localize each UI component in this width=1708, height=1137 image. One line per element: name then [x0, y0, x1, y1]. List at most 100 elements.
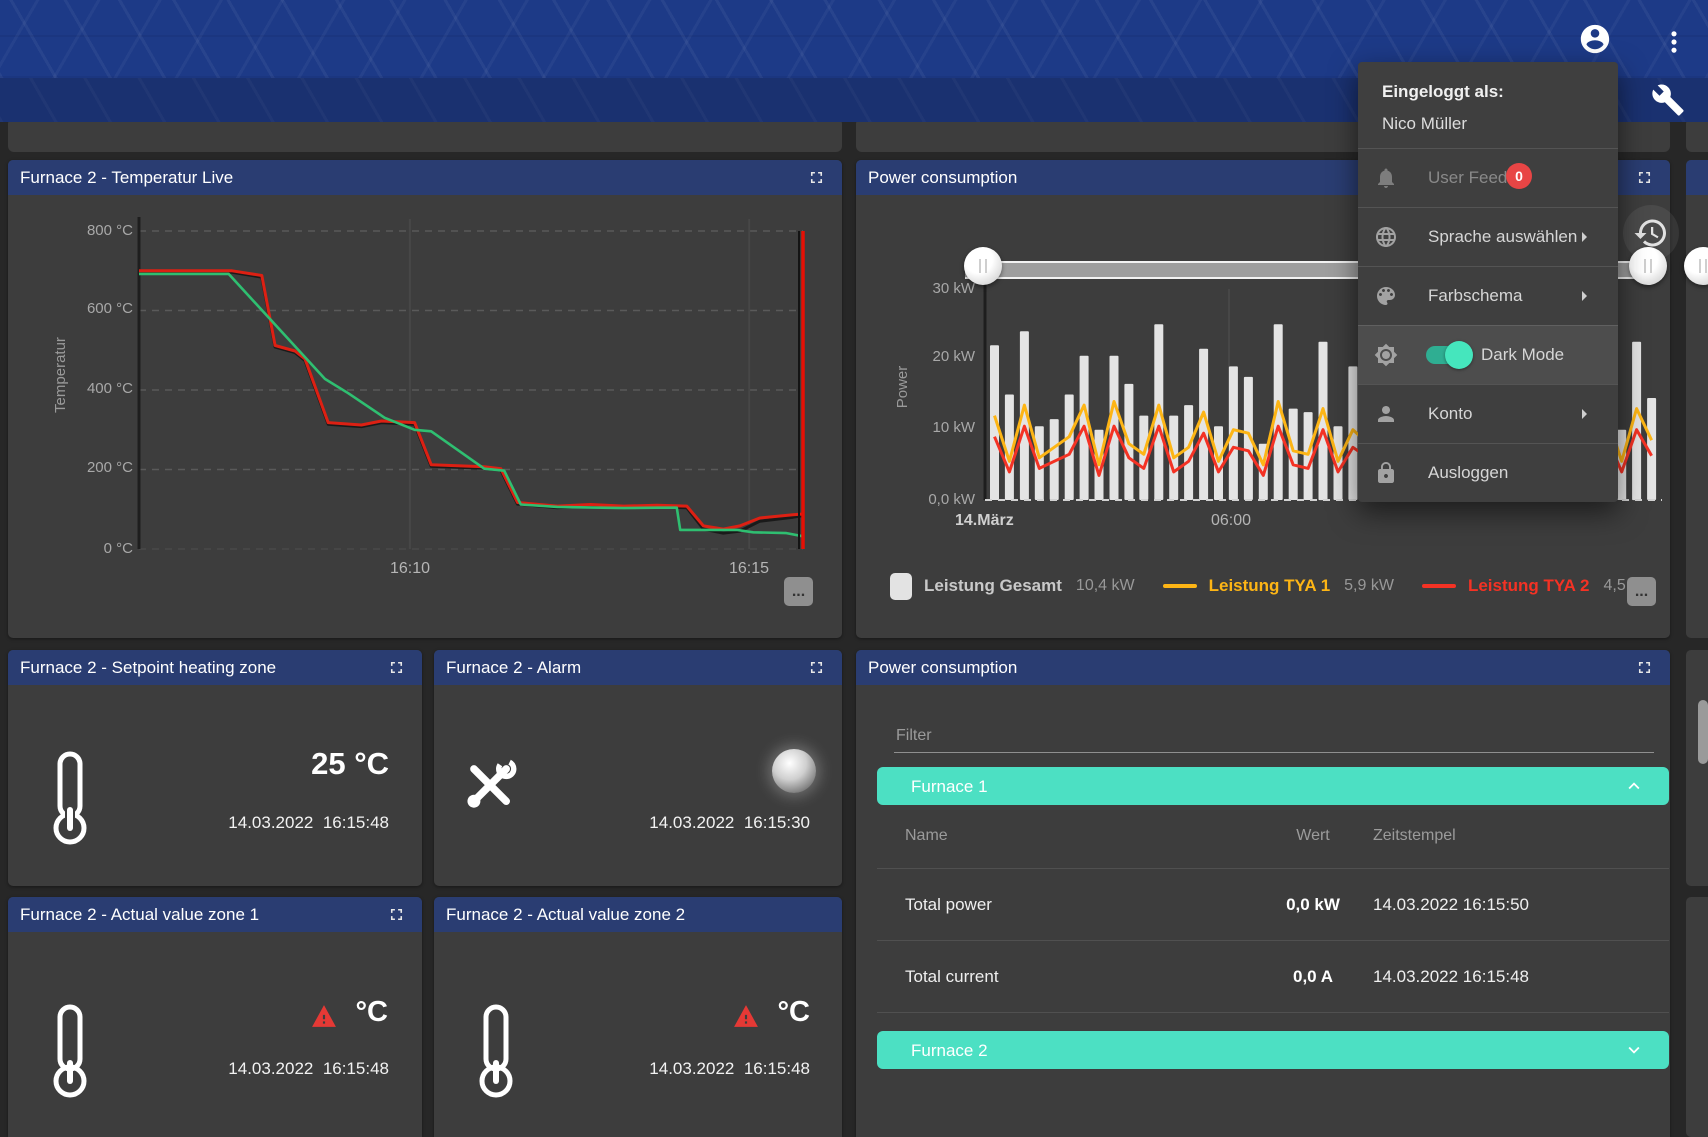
- legend-swatch: [890, 573, 912, 600]
- legend-item: Leistung TYA 15,9 kW: [1163, 576, 1394, 596]
- user-dropdown-menu: Eingeloggt als: Nico Müller User Feed0Sp…: [1358, 62, 1618, 502]
- chevron-up-icon: [1623, 775, 1645, 797]
- sun-icon: [1374, 343, 1398, 367]
- column-header: Name: [905, 827, 1253, 868]
- user-avatar-button[interactable]: [1578, 22, 1612, 56]
- menu-item-sprache-auswaehlen[interactable]: Sprache auswählen: [1358, 207, 1618, 266]
- legend-label: Leistung Gesamt: [924, 576, 1062, 596]
- fullscreen-icon: [387, 658, 406, 677]
- panel-header: Furnace 2 - Temperatur Live: [8, 160, 842, 195]
- card-sliver-left: [8, 118, 842, 152]
- menu-item-ausloggen[interactable]: Ausloggen: [1358, 443, 1618, 502]
- fullscreen-button[interactable]: [1635, 658, 1654, 677]
- fullscreen-button[interactable]: [387, 905, 406, 924]
- filter-input[interactable]: [894, 720, 1654, 753]
- history-reset-button[interactable]: [1633, 215, 1669, 251]
- fullscreen-button[interactable]: [807, 658, 826, 677]
- menu-item-konto[interactable]: Konto: [1358, 384, 1618, 443]
- cutoff-panel-row2: [1686, 650, 1708, 886]
- group-name: Furnace 1: [911, 777, 988, 796]
- menu-item-farbschema[interactable]: Farbschema: [1358, 266, 1618, 325]
- power-xtick: 14.März: [955, 512, 1014, 530]
- power-ytick: 20 kW: [895, 348, 975, 365]
- temp-ytick: 0 °C: [40, 540, 133, 557]
- fullscreen-icon: [807, 168, 826, 187]
- group-header-furnace-2[interactable]: Furnace 2: [877, 1031, 1669, 1069]
- user-name: Nico Müller: [1382, 114, 1618, 134]
- panel-setpoint-heating-zone: Furnace 2 - Setpoint heating zone 25 °C …: [8, 650, 422, 886]
- cutoff-panel-row1: [1686, 160, 1708, 638]
- power-chart-legend: Leistung Gesamt 10,4 kW Leistung TYA 15,9 …: [890, 566, 1681, 606]
- panel-title: Furnace 2 - Alarm: [446, 650, 581, 685]
- temp-ytick: 200 °C: [40, 459, 133, 476]
- temp-xtick: 16:10: [370, 560, 450, 578]
- slider-handle-right[interactable]: [1629, 247, 1667, 285]
- globe-icon: [1374, 225, 1398, 249]
- overflow-menu-button[interactable]: [1660, 17, 1688, 61]
- cell-timestamp: 14.03.2022 16:15:48: [1373, 967, 1669, 987]
- cell-timestamp: 14.03.2022 16:15:50: [1373, 895, 1669, 915]
- cell-name: Total power: [905, 895, 1253, 915]
- cell-name: Total current: [905, 967, 1253, 987]
- power-consumption-table: Furnace 1NameWertZeitstempelTotal power0…: [877, 767, 1669, 1069]
- menu-item-dark-mode[interactable]: Dark Mode: [1358, 325, 1618, 384]
- slider-handle-left[interactable]: [964, 247, 1002, 285]
- panel-header: [1686, 160, 1708, 195]
- power-xtick: 06:00: [1191, 512, 1271, 530]
- fullscreen-button[interactable]: [807, 168, 826, 187]
- setpoint-timestamp: 14.03.2022 16:15:48: [108, 813, 389, 833]
- temp-chart-more-button[interactable]: ...: [784, 577, 813, 606]
- dashboard-app: Furnace 2 - Temperatur Live Temperatur .…: [0, 0, 1708, 1137]
- user-feed-badge: 0: [1506, 163, 1532, 189]
- zone2-unit: °C: [630, 996, 810, 1029]
- legend-value: 10,4 kW: [1076, 577, 1135, 595]
- bell-icon: [1374, 166, 1398, 190]
- palette-icon: [1374, 284, 1398, 308]
- table-row[interactable]: Total current0,0 A14.03.2022 16:15:48: [877, 940, 1669, 1012]
- panel-title: Furnace 2 - Setpoint heating zone: [20, 650, 276, 685]
- power-chart-more-button[interactable]: ...: [1627, 577, 1656, 606]
- panel-title: Power consumption: [868, 650, 1017, 685]
- dark-mode-toggle[interactable]: [1426, 346, 1470, 364]
- panel-actual-value-zone2: Furnace 2 - Actual value zone 2 °C 14.03…: [434, 897, 842, 1137]
- slider-handle-cutoff[interactable]: [1684, 247, 1708, 285]
- power-ytick: 0,0 kW: [895, 491, 975, 508]
- legend-label: Leistung TYA 1: [1209, 576, 1331, 596]
- temp-xtick: 16:15: [709, 560, 789, 578]
- table-end-divider: [877, 1012, 1669, 1031]
- alarm-status-lamp: [772, 749, 816, 793]
- fullscreen-button[interactable]: [387, 658, 406, 677]
- thermometer-icon: [48, 1003, 92, 1103]
- panel-alarm: Furnace 2 - Alarm 14.03.2022 16:15:30: [434, 650, 842, 886]
- kebab-menu-icon: [1660, 28, 1688, 56]
- logged-in-label: Eingeloggt als:: [1382, 82, 1618, 102]
- lock-icon: [1374, 461, 1398, 485]
- table-row[interactable]: Total power0,0 kW14.03.2022 16:15:50: [877, 868, 1669, 940]
- temp-y-axis-label: Temperatur: [52, 325, 72, 425]
- history-icon: [1633, 215, 1669, 251]
- palette-icon: [1374, 284, 1398, 308]
- zone1-timestamp: 14.03.2022 16:15:48: [108, 1059, 389, 1079]
- panel-title: Furnace 2 - Actual value zone 2: [446, 897, 685, 932]
- settings-wrench-button[interactable]: [1648, 82, 1688, 120]
- legend-item: Leistung Gesamt 10,4 kW: [890, 573, 1135, 600]
- toggle-knob: [1445, 341, 1473, 369]
- menu-item-label: Konto: [1428, 385, 1472, 443]
- menu-item-user-feed[interactable]: User Feed0: [1358, 148, 1618, 207]
- tools-crossed-icon: [461, 756, 517, 812]
- bell-icon: [1374, 166, 1398, 190]
- account-circle-icon: [1578, 22, 1612, 56]
- group-name: Furnace 2: [911, 1041, 988, 1060]
- fullscreen-icon: [387, 905, 406, 924]
- alarm-timestamp: 14.03.2022 16:15:30: [530, 813, 810, 833]
- fullscreen-button[interactable]: [1635, 168, 1654, 187]
- person-icon: [1374, 402, 1398, 426]
- cell-value: 0,0 A: [1253, 967, 1373, 987]
- thermometer-icon: [474, 1003, 518, 1103]
- table-column-headers: NameWertZeitstempel: [877, 805, 1669, 868]
- scrollbar-thumb[interactable]: [1698, 700, 1708, 764]
- card-sliver-edge: [1686, 118, 1708, 152]
- group-header-furnace-1[interactable]: Furnace 1: [877, 767, 1669, 805]
- power-ytick: 10 kW: [895, 419, 975, 436]
- fullscreen-icon: [1635, 168, 1654, 187]
